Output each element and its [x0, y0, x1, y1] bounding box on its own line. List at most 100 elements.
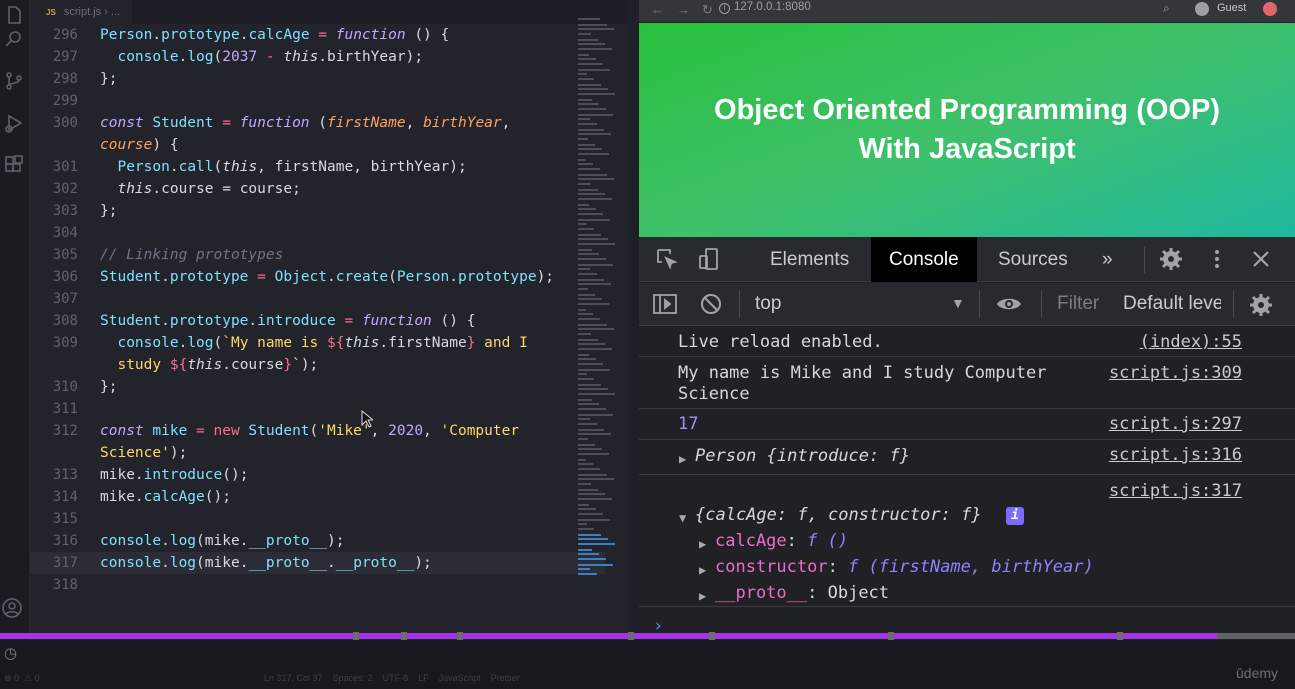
code-text[interactable]: // Linking prototypes	[100, 244, 283, 266]
code-line[interactable]: 307	[30, 288, 605, 310]
code-line[interactable]: 308 Student.prototype.introduce = functio…	[30, 310, 605, 332]
source-link[interactable]: script.js:317	[1109, 481, 1242, 501]
code-editor[interactable]: JS script.js › ... 296 Person.prototype.c…	[30, 0, 638, 640]
object-label[interactable]: Person {introduce: f}	[695, 446, 910, 467]
code-line[interactable]: 296 Person.prototype.calcAge = function (…	[30, 24, 605, 46]
code-text[interactable]: console.log(2037 - this.birthYear);	[100, 46, 423, 68]
editor-scrollbar[interactable]	[628, 0, 638, 640]
live-expression-eye-icon[interactable]	[995, 293, 1023, 320]
code-line[interactable]: 312 const mike = new Student('Mike', 2020…	[30, 420, 605, 442]
address-bar[interactable]: 127.0.0.1:8080	[734, 1, 811, 13]
chapter-marker[interactable]	[353, 632, 360, 640]
source-link[interactable]: (index):55	[1140, 332, 1242, 352]
code-text[interactable]: study ${this.course}`);	[100, 354, 318, 376]
tab-sources[interactable]: Sources	[998, 237, 1068, 282]
code-text[interactable]: Student.prototype.introduce = function (…	[100, 310, 475, 332]
collapse-triangle-icon[interactable]: ▼	[679, 507, 686, 529]
source-link[interactable]: script.js:309	[1109, 363, 1242, 383]
code-line[interactable]: 305 // Linking prototypes	[30, 244, 605, 266]
code-line[interactable]: 300 const Student = function (firstName, …	[30, 112, 605, 134]
tab-script-js[interactable]: JS script.js › ...	[30, 0, 133, 24]
profile-label[interactable]: Guest	[1217, 2, 1246, 14]
expand-triangle-icon[interactable]: ▶	[699, 559, 706, 581]
object-summary[interactable]: {calcAge: f, constructor: f}	[695, 505, 982, 526]
code-line[interactable]: 306 Student.prototype = Object.create(Per…	[30, 266, 605, 288]
source-link[interactable]: script.js:316	[1109, 445, 1242, 465]
code-line[interactable]: 309 console.log(`My name is ${this.first…	[30, 332, 605, 354]
code-text[interactable]: Student.prototype = Object.create(Person…	[100, 266, 554, 288]
files-icon[interactable]	[3, 4, 25, 26]
code-line[interactable]: 313 mike.introduce();	[30, 464, 605, 486]
code-line[interactable]: study ${this.course}`);	[30, 354, 605, 376]
code-line[interactable]: 311	[30, 398, 605, 420]
forward-icon[interactable]: →	[677, 2, 690, 17]
code-line[interactable]: course) {	[30, 134, 605, 156]
code-text[interactable]: };	[100, 376, 117, 398]
filter-input[interactable]: Filter	[1057, 293, 1099, 315]
chapter-marker[interactable]	[1117, 632, 1124, 640]
chevron-down-icon[interactable]: ▼	[951, 295, 965, 311]
chapter-marker[interactable]	[456, 632, 463, 640]
browser-menu-icon[interactable]	[1263, 2, 1277, 16]
account-icon[interactable]	[1, 597, 23, 624]
clock-icon[interactable]: ◷	[4, 644, 17, 662]
context-select[interactable]: top	[755, 293, 781, 315]
code-line[interactable]: 298};	[30, 68, 605, 90]
code-line[interactable]: 317 console.log(mike.__proto__.__proto__)…	[30, 552, 605, 574]
inspect-element-icon[interactable]	[655, 247, 679, 276]
site-info-icon[interactable]: i	[719, 3, 730, 14]
tab-console[interactable]: Console	[871, 237, 977, 282]
property-constructor[interactable]: constructor: f (firstName, birthYear)	[715, 557, 1094, 578]
code-line[interactable]: 299	[30, 90, 605, 112]
code-text[interactable]: course) {	[100, 134, 179, 156]
zoom-icon[interactable]: ⌕	[1163, 1, 1170, 16]
console-message-expanded[interactable]: script.js:317 ▼ {calcAge: f, constructor…	[639, 475, 1295, 607]
code-line[interactable]: 314 mike.calcAge();	[30, 486, 605, 508]
code-line[interactable]: 301 Person.call(this, firstName, birthYe…	[30, 156, 605, 178]
status-cursor-info[interactable]: Ln 317, Col 37 Spaces: 2 UTF-8 LF JavaSc…	[264, 673, 520, 683]
code-line[interactable]: Science');	[30, 442, 605, 464]
code-line[interactable]: 302 this.course = course;	[30, 178, 605, 200]
code-text[interactable]: const mike = new Student('Mike', 2020, '…	[100, 420, 519, 442]
expand-triangle-icon[interactable]: ▶	[679, 448, 686, 470]
back-icon[interactable]: ←	[651, 2, 664, 17]
property-proto[interactable]: __proto__: Object	[715, 583, 889, 604]
video-progress-bar[interactable]	[0, 632, 1295, 640]
code-text[interactable]: Science');	[100, 442, 187, 464]
run-debug-icon[interactable]	[3, 112, 25, 134]
clear-console-icon[interactable]	[700, 293, 722, 320]
source-link[interactable]: script.js:297	[1109, 414, 1242, 434]
code-text[interactable]: Person.prototype.calcAge = function () {	[100, 24, 449, 46]
avatar[interactable]	[1195, 2, 1209, 16]
log-levels-select[interactable]: Default levels	[1123, 293, 1221, 315]
search-icon[interactable]	[3, 28, 25, 50]
code-line[interactable]: 318	[30, 574, 605, 596]
code-text[interactable]: console.log(mike.__proto__.__proto__);	[100, 552, 432, 574]
code-text[interactable]: Person.call(this, firstName, birthYear);	[100, 156, 466, 178]
chapter-marker[interactable]	[887, 632, 894, 640]
chapter-marker[interactable]	[401, 632, 408, 640]
minimap[interactable]	[578, 18, 622, 578]
code-line[interactable]: 304	[30, 222, 605, 244]
device-toolbar-icon[interactable]	[697, 247, 721, 276]
code-text[interactable]: };	[100, 200, 117, 222]
code-text[interactable]: mike.calcAge();	[100, 486, 231, 508]
tab-elements[interactable]: Elements	[770, 237, 849, 282]
kebab-menu-icon[interactable]	[1211, 247, 1223, 276]
expand-triangle-icon[interactable]: ▶	[699, 585, 706, 607]
source-control-icon[interactable]	[3, 70, 25, 92]
code-text[interactable]: mike.introduce();	[100, 464, 248, 486]
code-text[interactable]: const Student = function (firstName, bir…	[100, 112, 510, 134]
code-text[interactable]: console.log(mike.__proto__);	[100, 530, 344, 552]
code-line[interactable]: 310};	[30, 376, 605, 398]
chapter-marker[interactable]	[627, 632, 634, 640]
code-line[interactable]: 315	[30, 508, 605, 530]
close-devtools-icon[interactable]	[1251, 247, 1271, 276]
extensions-icon[interactable]	[3, 154, 25, 176]
info-icon[interactable]: i	[1006, 505, 1024, 526]
code-text[interactable]: };	[100, 68, 117, 90]
code-text[interactable]: console.log(`My name is ${this.firstName…	[100, 332, 527, 354]
property-calcage[interactable]: calcAge: f ()	[715, 531, 848, 552]
code-text[interactable]: this.course = course;	[100, 178, 300, 200]
sidebar-toggle-icon[interactable]	[652, 293, 678, 320]
